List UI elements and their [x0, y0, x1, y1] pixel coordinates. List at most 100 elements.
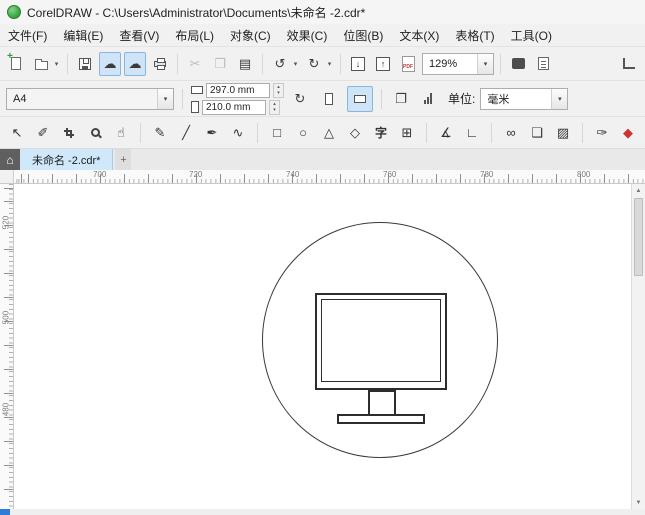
- menu-item-text[interactable]: 文本(X): [391, 24, 447, 47]
- units-select[interactable]: 毫米 ▾: [480, 87, 569, 110]
- save-icon: [79, 57, 91, 70]
- standard-toolbar: ▾ ☁ ☁ ✂ ❐ ▤ ↺ ▾ ↻ ▾ ↓ ↑ PDF 129% ▾: [0, 46, 645, 80]
- page-size-value: A4: [13, 92, 27, 105]
- zoom-dropdown-caret-icon[interactable]: ▾: [477, 53, 493, 74]
- page-width-input[interactable]: 297.0 mm: [206, 82, 270, 98]
- options-icon: [537, 57, 549, 70]
- ruler-label: 500: [1, 310, 11, 325]
- propbar-separator: [381, 88, 382, 109]
- undo-button[interactable]: ↺: [269, 52, 291, 76]
- cloud-save-icon: ☁: [103, 55, 117, 71]
- b-spline-tool[interactable]: ∿: [228, 121, 248, 145]
- table-tool[interactable]: ⊞: [397, 121, 417, 145]
- page-height-spinner[interactable]: ▴ ▾: [269, 99, 280, 115]
- vertical-scrollbar[interactable]: ▲ ▼: [631, 184, 645, 509]
- monitor-shape[interactable]: [315, 293, 447, 390]
- paste-button[interactable]: ▤: [234, 52, 256, 76]
- drawing-scale-button[interactable]: [417, 87, 439, 111]
- common-shapes-tool[interactable]: ◇: [345, 121, 365, 145]
- scroll-down-button[interactable]: ▼: [632, 496, 645, 509]
- vertical-ruler[interactable]: 520 500 480: [0, 184, 14, 509]
- home-button[interactable]: ⌂: [0, 149, 20, 170]
- menu-item-layout[interactable]: 布局(L): [167, 24, 222, 47]
- shape-tool[interactable]: ✐: [33, 121, 53, 145]
- menu-item-bitmaps[interactable]: 位图(B): [335, 24, 391, 47]
- units-value: 毫米: [487, 93, 510, 106]
- all-pages-button[interactable]: ❐: [390, 87, 412, 111]
- transparency-tool[interactable]: ▨: [553, 121, 573, 145]
- dimension-tool[interactable]: ∡: [436, 121, 456, 145]
- horizontal-ruler[interactable]: 700 720 740 760 780 800: [0, 170, 645, 184]
- zoom-level-value: 129%: [429, 57, 458, 70]
- open-button[interactable]: [30, 52, 52, 76]
- page-size-select[interactable]: A4 ▾: [6, 87, 174, 110]
- ellipse-tool[interactable]: ○: [293, 121, 313, 145]
- toolbox-separator: [491, 122, 492, 143]
- export-button[interactable]: ↑: [372, 52, 394, 76]
- home-icon: ⌂: [6, 152, 14, 167]
- menu-item-edit[interactable]: 编辑(E): [55, 24, 111, 47]
- swap-dimensions-button[interactable]: ↻: [289, 87, 311, 111]
- options-button[interactable]: [532, 52, 554, 76]
- landscape-button[interactable]: [347, 85, 373, 112]
- menu-item-table[interactable]: 表格(T): [447, 24, 502, 47]
- rectangle-tool[interactable]: □: [267, 121, 287, 145]
- interactive-fill-tool[interactable]: ◆: [618, 121, 638, 145]
- redo-dropdown-caret-icon[interactable]: ▾: [325, 52, 334, 76]
- menu-item-object[interactable]: 对象(C): [222, 24, 279, 47]
- pick-tool[interactable]: ↖: [7, 121, 27, 145]
- pan-tool[interactable]: ☝: [111, 121, 131, 145]
- publish-pdf-button[interactable]: PDF: [397, 52, 419, 76]
- scrollbar-thumb[interactable]: [634, 198, 643, 276]
- two-point-line-tool[interactable]: ╱: [176, 121, 196, 145]
- scrollbar-track[interactable]: [632, 277, 645, 496]
- zoom-tool[interactable]: [85, 121, 105, 145]
- scroll-up-button[interactable]: ▲: [632, 184, 645, 197]
- fullscreen-preview-button[interactable]: [507, 52, 529, 76]
- monitor-base-shape[interactable]: [337, 414, 425, 424]
- menu-item-file[interactable]: 文件(F): [0, 24, 55, 47]
- propbar-separator: [182, 88, 183, 109]
- show-rulers-button[interactable]: [618, 52, 640, 76]
- page-width-spinner[interactable]: ▴ ▾: [273, 82, 284, 98]
- bezier-tool[interactable]: ✒: [202, 121, 222, 145]
- ruler-origin-corner[interactable]: [0, 170, 14, 183]
- menu-item-effects[interactable]: 效果(C): [279, 24, 336, 47]
- document-tab[interactable]: 未命名 -2.cdr*: [20, 149, 114, 170]
- freehand-tool[interactable]: ✎: [150, 121, 170, 145]
- polygon-tool[interactable]: △: [319, 121, 339, 145]
- menu-item-view[interactable]: 查看(V): [111, 24, 167, 47]
- cloud-save-button[interactable]: ☁: [99, 51, 121, 76]
- copy-button[interactable]: ❐: [209, 52, 231, 76]
- page-height-input[interactable]: 210.0 mm: [202, 99, 266, 115]
- eyedropper-tool[interactable]: ✑: [592, 121, 612, 145]
- spinner-down-icon[interactable]: ▾: [270, 107, 279, 114]
- drawing-canvas[interactable]: [14, 184, 631, 509]
- new-document-button[interactable]: [5, 51, 27, 76]
- contour-tool[interactable]: ❏: [527, 121, 547, 145]
- open-dropdown-caret-icon[interactable]: ▾: [52, 52, 61, 76]
- import-button[interactable]: ↓: [347, 52, 369, 76]
- text-tool[interactable]: 字: [371, 121, 391, 145]
- spinner-down-icon[interactable]: ▾: [274, 90, 283, 97]
- cut-button[interactable]: ✂: [184, 52, 206, 76]
- cloud-open-button[interactable]: ☁: [124, 51, 146, 76]
- zoom-level-combo[interactable]: 129% ▾: [422, 52, 494, 75]
- blend-tool[interactable]: ∞: [501, 121, 521, 145]
- page-size-caret-icon[interactable]: ▾: [157, 88, 173, 109]
- print-button[interactable]: [149, 52, 171, 76]
- units-caret-icon[interactable]: ▾: [551, 88, 568, 109]
- undo-dropdown-caret-icon[interactable]: ▾: [291, 52, 300, 76]
- crop-tool[interactable]: [59, 121, 79, 145]
- monitor-stand-shape[interactable]: [368, 390, 396, 416]
- redo-button[interactable]: ↻: [303, 52, 325, 76]
- ruler-label: 780: [480, 170, 494, 179]
- portrait-button[interactable]: [316, 86, 342, 112]
- save-button[interactable]: [74, 52, 96, 76]
- connector-tool[interactable]: ∟: [462, 121, 482, 145]
- property-bar: A4 ▾ 297.0 mm ▴ ▾ 210.0 mm ▴ ▾ ↻ ❐ 单位: 毫…: [0, 80, 645, 116]
- status-bar: [0, 509, 645, 515]
- menu-item-tools[interactable]: 工具(O): [503, 24, 560, 47]
- new-tab-button[interactable]: +: [115, 149, 132, 170]
- cloud-open-icon: ☁: [128, 55, 142, 71]
